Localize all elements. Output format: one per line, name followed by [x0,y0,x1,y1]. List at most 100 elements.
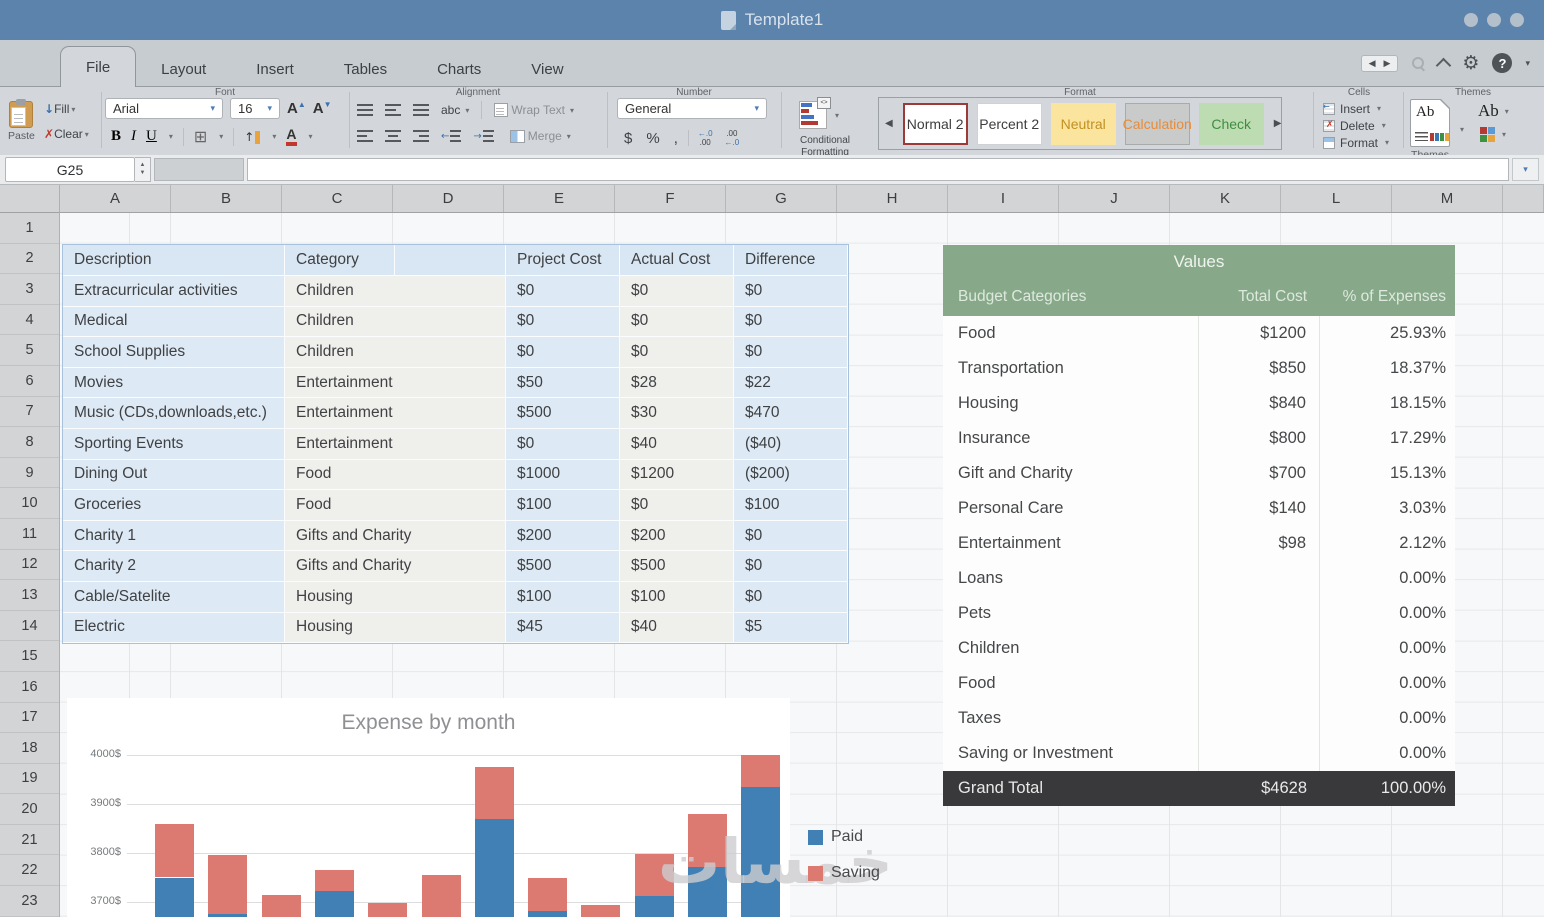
align-left-icon[interactable] [357,130,373,142]
collapse-ribbon-icon[interactable] [1436,57,1452,73]
row-header-2[interactable]: 2 [0,244,59,275]
cell-reference-stepper[interactable]: ▲ ▼ [135,157,151,182]
bar-saving[interactable] [741,755,781,787]
bar-paid[interactable] [474,818,514,917]
theme-fonts-button[interactable]: Ab ▾ [1478,101,1509,121]
row-header-11[interactable]: 11 [0,519,59,550]
delete-cells-button[interactable]: Delete ▾ [1323,118,1386,133]
column-header-C[interactable]: C [282,185,393,212]
expense-cell[interactable]: $28 [620,367,734,399]
expense-cell[interactable]: $0 [734,551,848,582]
expense-cell[interactable]: Housing [285,612,506,644]
cell-grid[interactable]: Description Category Project Cost Actual Co… [60,213,1544,917]
expense-cell[interactable]: Gifts and Charity [285,551,506,582]
row-header-19[interactable]: 19 [0,764,59,795]
expense-cell[interactable]: Children [285,306,506,338]
bar-paid[interactable] [741,786,781,917]
values-cell[interactable]: Children [943,631,1199,666]
row-header-16[interactable]: 16 [0,672,59,703]
values-cell[interactable]: Food [943,316,1199,351]
column-header-A[interactable]: A [60,185,171,212]
values-cell[interactable]: Pets [943,596,1199,631]
bar-paid[interactable] [688,866,727,917]
gear-icon[interactable]: ⚙ [1462,53,1479,73]
bar-saving[interactable] [528,878,568,911]
percent-format-button[interactable]: % [646,130,659,147]
row-header-1[interactable]: 1 [0,213,59,244]
style-chip-neutral[interactable]: Neutral [1050,102,1116,145]
bar-saving[interactable] [155,823,194,878]
row-header-9[interactable]: 9 [0,458,59,489]
values-cell[interactable] [1199,561,1320,596]
align-center-icon[interactable] [385,130,401,142]
expense-cell[interactable]: $0 [734,337,848,368]
column-header-B[interactable]: B [171,185,282,212]
values-cell[interactable]: $850 [1199,351,1320,386]
bar-saving[interactable] [261,894,301,917]
tab-file[interactable]: File [60,46,137,87]
values-cell[interactable] [1199,666,1320,701]
comma-format-button[interactable]: , [674,130,678,147]
bar-paid[interactable] [314,891,354,917]
bar-saving[interactable] [688,813,727,867]
search-icon[interactable] [1411,56,1426,72]
theme-colors-button[interactable]: ▾ [1480,127,1506,142]
expense-cell[interactable]: $200 [620,520,734,552]
values-cell[interactable]: Personal Care [943,491,1199,526]
row-header-8[interactable]: 8 [0,427,59,458]
align-top-icon[interactable] [357,104,373,116]
values-cell[interactable]: $840 [1199,386,1320,421]
expense-cell[interactable]: $30 [620,398,734,429]
back-icon[interactable]: ◀ [1369,58,1376,69]
wrap-text-button[interactable]: Wrap Text ▾ [494,103,574,117]
expense-cell[interactable]: Gifts and Charity [285,520,506,552]
values-cell[interactable]: 17.29% [1320,421,1455,456]
expense-cell[interactable]: Food [285,459,506,491]
values-cell[interactable]: Insurance [943,421,1199,456]
number-format-select[interactable]: General ▾ [617,98,767,119]
help-icon[interactable]: ? [1492,53,1513,73]
row-header-4[interactable]: 4 [0,305,59,336]
values-cell[interactable] [1199,596,1320,631]
bar-paid[interactable] [634,896,674,917]
expense-cell[interactable]: $200 [506,520,620,552]
expense-cell[interactable]: $0 [506,306,620,338]
window-dot-icon[interactable] [1464,13,1478,27]
expense-cell[interactable]: ($200) [734,459,848,491]
style-chip-calculation[interactable]: Calculation [1123,102,1192,145]
paste-button[interactable]: Paste [8,99,35,142]
align-bottom-icon[interactable] [413,104,429,116]
row-header-6[interactable]: 6 [0,366,59,397]
expense-cell[interactable]: $100 [506,581,620,613]
expense-cell[interactable]: $500 [620,551,734,582]
expense-cell[interactable]: Entertainment [285,398,506,429]
column-header-L[interactable]: L [1281,185,1392,212]
bar-saving[interactable] [634,854,674,897]
values-cell[interactable]: $140 [1199,491,1320,526]
expense-cell[interactable]: $0 [620,490,734,521]
row-header-23[interactable]: 23 [0,886,59,917]
expense-cell[interactable]: Movies [63,367,285,399]
expense-cell[interactable]: $0 [734,276,848,307]
expense-cell[interactable]: Medical [63,306,285,338]
column-header-G[interactable]: G [726,185,837,212]
column-header-E[interactable]: E [504,185,615,212]
values-cell[interactable]: Gift and Charity [943,456,1199,491]
values-cell[interactable]: 0.00% [1320,666,1455,701]
expense-cell[interactable]: $0 [506,276,620,307]
expense-cell[interactable]: $100 [734,490,848,521]
expense-cell[interactable]: $45 [506,612,620,644]
text-transform-button[interactable]: abc ▾ [441,103,469,117]
values-cell[interactable] [1199,701,1320,736]
values-cell[interactable]: 18.15% [1320,386,1455,421]
text-orientation-button[interactable]: ↑ [244,130,261,144]
underline-button[interactable]: U [146,128,157,145]
row-header-12[interactable]: 12 [0,550,59,581]
row-header-20[interactable]: 20 [0,794,59,825]
values-cell[interactable]: 15.13% [1320,456,1455,491]
expense-cell[interactable]: $40 [620,612,734,644]
row-header-3[interactable]: 3 [0,274,59,305]
expense-cell[interactable]: Extracurricular activities [63,276,285,307]
window-dot-icon[interactable] [1510,13,1524,27]
expense-cell[interactable]: Electric [63,612,285,644]
